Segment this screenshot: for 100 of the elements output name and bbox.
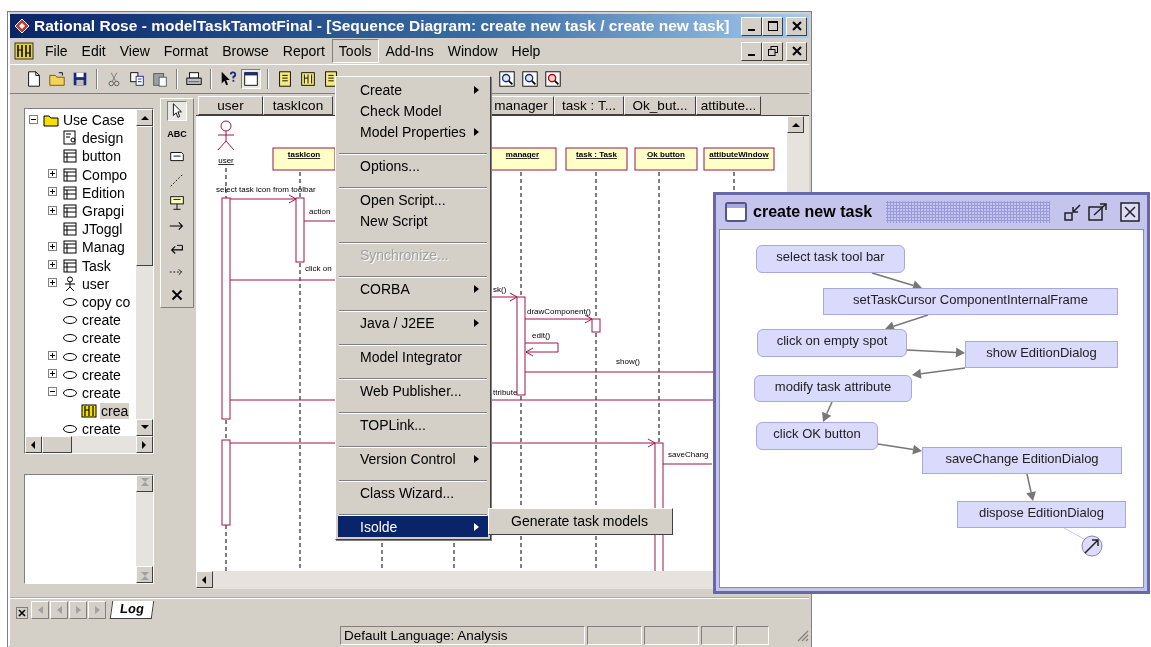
menu-item[interactable]: TOPLink...: [338, 414, 488, 435]
minimize-button[interactable]: [741, 16, 762, 36]
tree-item[interactable]: create: [81, 384, 122, 401]
maximize-icon[interactable]: [1088, 202, 1108, 222]
zoom-icon[interactable]: [497, 69, 517, 89]
zoom-icon[interactable]: [543, 69, 563, 89]
scroll-thumb[interactable]: [136, 126, 153, 266]
tree-item[interactable]: create: [81, 330, 122, 347]
window-icon[interactable]: [241, 69, 261, 89]
task-node[interactable]: click OK button: [756, 422, 878, 450]
tab[interactable]: Log: [109, 601, 155, 619]
scroll-left-button[interactable]: [25, 436, 42, 453]
previous-tab-button[interactable]: [50, 601, 68, 619]
menu-item[interactable]: Browse: [215, 39, 276, 63]
collapse-toggle[interactable]: [29, 114, 38, 124]
menu-item[interactable]: Java / J2EE: [338, 312, 488, 333]
task-node[interactable]: select task tool bar: [756, 245, 905, 273]
menu-item[interactable]: Web Publisher...: [338, 380, 488, 401]
tree-item[interactable]: Compo: [81, 166, 129, 183]
menu-item[interactable]: Isolde: [338, 516, 488, 537]
scroll-bar[interactable]: [136, 109, 153, 436]
tree-item[interactable]: user: [81, 275, 111, 292]
expand-toggle[interactable]: [48, 260, 57, 270]
tree-item[interactable]: crea: [100, 403, 130, 420]
tree-item[interactable]: Use Case: [62, 112, 126, 129]
minimize-button[interactable]: [741, 41, 762, 61]
column-header[interactable]: Ok_but...: [624, 96, 696, 115]
menu-item[interactable]: Model Properties: [338, 121, 488, 142]
column-header[interactable]: user: [198, 96, 263, 115]
task-node[interactable]: dispose EditionDialog: [957, 501, 1126, 528]
text-tool-button[interactable]: ABC: [164, 124, 190, 144]
scroll-thumb[interactable]: [42, 436, 72, 453]
menu-item[interactable]: New Script: [338, 210, 488, 231]
maximize-button[interactable]: [762, 16, 783, 36]
resize-grip-icon[interactable]: [795, 628, 809, 642]
last-tab-button[interactable]: [88, 601, 106, 619]
expand-toggle[interactable]: [48, 241, 57, 251]
close-button[interactable]: [16, 607, 28, 619]
minimize-icon[interactable]: [1064, 203, 1082, 221]
menu-item[interactable]: Check Model: [338, 100, 488, 121]
menu-item[interactable]: Window: [440, 39, 505, 63]
copy-icon[interactable]: [127, 69, 147, 89]
scroll-left-button[interactable]: [196, 571, 213, 588]
collapse-toggle[interactable]: [48, 387, 57, 397]
tree-item[interactable]: create: [81, 312, 122, 329]
scroll-right-button[interactable]: [136, 436, 153, 453]
task-node[interactable]: setTaskCursor ComponentInternalFrame: [823, 288, 1118, 315]
first-tab-button[interactable]: [31, 601, 49, 619]
menu-item[interactable]: Create: [338, 79, 488, 100]
pointer-icon[interactable]: [167, 101, 187, 121]
tree-item[interactable]: Grapgi: [81, 203, 126, 220]
menu-item[interactable]: Version Control: [338, 448, 488, 469]
menu-item[interactable]: Class Wizard...: [338, 482, 488, 503]
tree-item[interactable]: create: [81, 348, 122, 365]
menu-item[interactable]: CORBA: [338, 278, 488, 299]
restore-button[interactable]: [762, 41, 783, 61]
task-node[interactable]: saveChange EditionDialog: [922, 447, 1122, 474]
diagram-window-icon[interactable]: [14, 42, 34, 60]
close-icon[interactable]: [1120, 202, 1140, 222]
scroll-up-button[interactable]: [787, 116, 804, 133]
task-node[interactable]: show EditionDialog: [965, 341, 1118, 368]
menu-item[interactable]: Generate task models: [491, 511, 670, 532]
scroll-up-button[interactable]: [136, 109, 153, 126]
expand-toggle[interactable]: [48, 187, 57, 197]
scroll-bar[interactable]: [25, 436, 153, 453]
menu-item[interactable]: File: [38, 39, 75, 63]
menu-item[interactable]: Open Script...: [338, 189, 488, 210]
tree-item[interactable]: design: [81, 130, 125, 147]
column-header[interactable]: task : T...: [554, 96, 624, 115]
menu-item[interactable]: Tools: [331, 39, 379, 63]
menu-item[interactable]: Edit: [74, 39, 113, 63]
tree-item[interactable]: button: [81, 148, 122, 165]
expand-toggle[interactable]: [48, 369, 57, 379]
menu-item[interactable]: Add-Ins: [378, 39, 441, 63]
zoom-icon[interactable]: [520, 69, 540, 89]
menu-item[interactable]: Help: [504, 39, 548, 63]
menu-item[interactable]: Model Integrator: [338, 346, 488, 367]
tree-item[interactable]: Task: [81, 257, 112, 274]
tree-item[interactable]: copy co: [81, 293, 132, 310]
expand-toggle[interactable]: [48, 351, 57, 361]
task-node[interactable]: click on empty spot: [757, 329, 907, 357]
tree-item[interactable]: Manag: [81, 239, 126, 256]
menu-item[interactable]: Options...: [338, 155, 488, 176]
object-icon[interactable]: [167, 193, 187, 213]
diagram-icon[interactable]: [298, 69, 318, 89]
next-tab-button[interactable]: [69, 601, 87, 619]
tree-item[interactable]: Edition: [81, 184, 126, 201]
column-header[interactable]: taskIcon: [263, 96, 333, 115]
column-header[interactable]: attibute...: [696, 96, 761, 115]
expand-toggle[interactable]: [48, 205, 57, 215]
menu-item[interactable]: View: [112, 39, 157, 63]
task-node[interactable]: modify task attribute: [754, 375, 912, 402]
tree-item[interactable]: create: [81, 366, 122, 383]
scroll-down-button[interactable]: [136, 419, 153, 436]
expand-toggle[interactable]: [48, 278, 57, 288]
menu-item[interactable]: Format: [156, 39, 216, 63]
menu-item[interactable]: Report: [275, 39, 332, 63]
tree-item[interactable]: JToggl: [81, 221, 124, 238]
tree-item[interactable]: create: [81, 421, 122, 436]
expand-toggle[interactable]: [48, 169, 57, 179]
